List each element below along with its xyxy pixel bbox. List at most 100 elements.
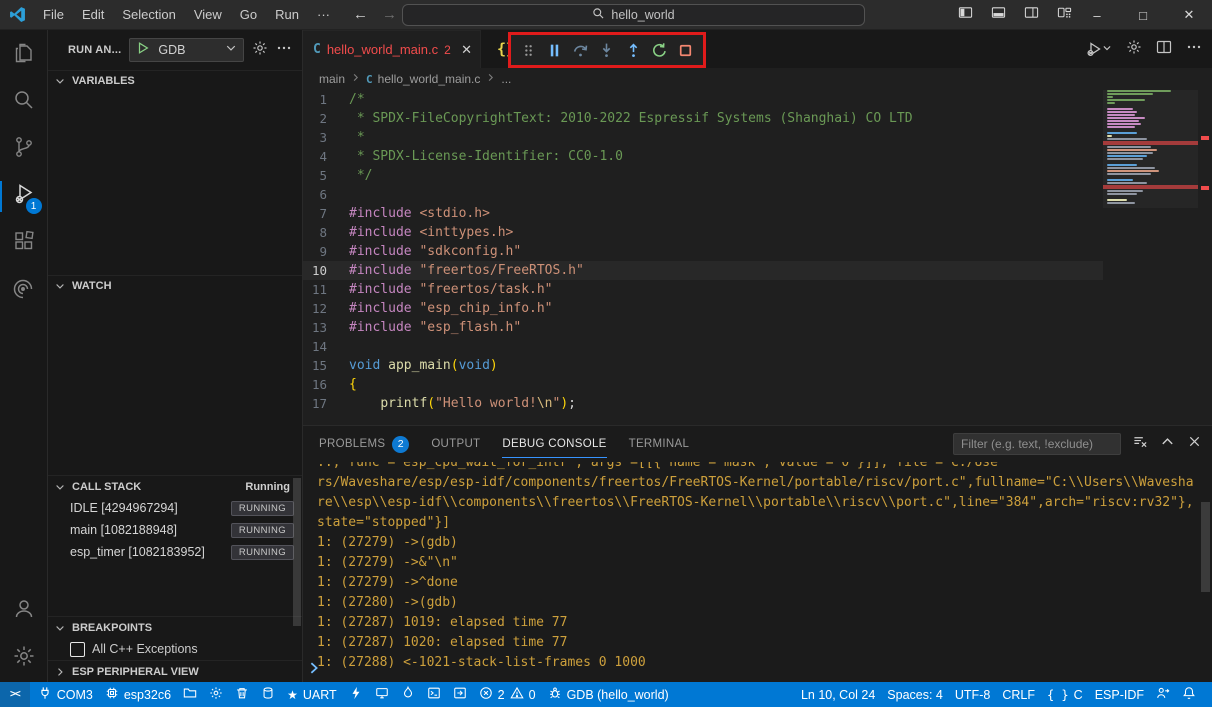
menu-edit[interactable]: Edit xyxy=(73,0,113,30)
activity-run-debug[interactable]: 1 xyxy=(0,173,48,220)
menu-overflow[interactable]: ··· xyxy=(308,7,339,22)
nav-back-icon[interactable]: ← xyxy=(353,6,368,23)
breakpoints-section-header[interactable]: BREAKPOINTS xyxy=(48,616,302,638)
clear-console-icon[interactable] xyxy=(1133,434,1148,454)
panel-tab-output[interactable]: OUTPUT xyxy=(431,426,480,462)
maximize-panel-icon[interactable] xyxy=(1160,434,1175,454)
code-line-2[interactable]: 2 * SPDX-FileCopyrightText: 2010-2022 Es… xyxy=(303,109,1212,128)
status-flash-device[interactable] xyxy=(343,682,369,707)
toolbar-drag-handle[interactable] xyxy=(520,42,537,59)
status-sdk-configuration[interactable] xyxy=(203,682,229,707)
breadcrumb-item-0[interactable]: main xyxy=(319,72,345,86)
code-line-9[interactable]: 9#include "sdkconfig.h" xyxy=(303,242,1212,261)
customize-layout-icon[interactable] xyxy=(1057,5,1072,25)
code-line-6[interactable]: 6 xyxy=(303,185,1212,204)
menu-go[interactable]: Go xyxy=(231,0,266,30)
activity-espressif[interactable] xyxy=(0,267,48,314)
minimize-button[interactable]: – xyxy=(1074,0,1120,30)
step-into-button[interactable] xyxy=(598,42,615,59)
restart-button[interactable] xyxy=(651,42,668,59)
variables-section-header[interactable]: VARIABLES xyxy=(48,70,302,92)
breakpoint-item-0[interactable]: All C++ Exceptions xyxy=(48,638,302,660)
status-eol-sequence[interactable]: CRLF xyxy=(996,682,1041,707)
status-full-clean[interactable] xyxy=(229,682,255,707)
console-input-chevron-icon[interactable] xyxy=(307,661,321,680)
menu-selection[interactable]: Selection xyxy=(113,0,184,30)
code-editor[interactable]: 1/*2 * SPDX-FileCopyrightText: 2010-2022… xyxy=(303,90,1212,425)
code-line-13[interactable]: 13#include "esp_flash.h" xyxy=(303,318,1212,337)
code-line-11[interactable]: 11#include "freertos/task.h" xyxy=(303,280,1212,299)
code-line-1[interactable]: 1/* xyxy=(303,90,1212,109)
close-button[interactable]: ✕ xyxy=(1166,0,1212,30)
tab-hello-world-main[interactable]: C hello_world_main.c 2 ✕ xyxy=(303,30,481,68)
command-center-search[interactable]: hello_world xyxy=(402,4,865,26)
status-flash-method[interactable]: ★UART xyxy=(281,682,343,707)
menu-run[interactable]: Run xyxy=(266,0,308,30)
console-filter-input[interactable] xyxy=(953,433,1121,455)
step-out-button[interactable] xyxy=(625,42,642,59)
run-or-debug-button[interactable] xyxy=(1086,40,1112,58)
code-line-7[interactable]: 7#include <stdio.h> xyxy=(303,204,1212,223)
status-serial-port[interactable]: COM3 xyxy=(32,682,99,707)
activity-source-control[interactable] xyxy=(0,126,48,173)
code-line-8[interactable]: 8#include <inttypes.h> xyxy=(303,223,1212,242)
panel-tab-debug-console[interactable]: DEBUG CONSOLE xyxy=(502,426,606,462)
code-line-17[interactable]: 17 printf("Hello world!\n"); xyxy=(303,394,1212,413)
toggle-sidebar-icon[interactable] xyxy=(958,5,973,25)
status-feedback[interactable] xyxy=(1150,682,1176,707)
launch-config-select[interactable]: GDB xyxy=(129,38,244,62)
call-stack-frame-2[interactable]: esp_timer [1082183952]RUNNING xyxy=(48,541,302,563)
status-idf-terminal[interactable] xyxy=(421,682,447,707)
code-line-10[interactable]: 10#include "freertos/FreeRTOS.h" xyxy=(303,261,1212,280)
code-line-4[interactable]: 4 * SPDX-License-Identifier: CC0-1.0 xyxy=(303,147,1212,166)
activity-explorer[interactable] xyxy=(0,32,48,79)
status-execute-task[interactable] xyxy=(447,682,473,707)
panel-tab-terminal[interactable]: TERMINAL xyxy=(629,426,690,462)
code-line-15[interactable]: 15void app_main(void) xyxy=(303,356,1212,375)
debug-console-output[interactable]: ..,"func"="esp_cpu_wait_for_intr","args"… xyxy=(303,462,1212,682)
status-language-mode[interactable]: { }C xyxy=(1041,682,1089,707)
status-open-folder[interactable] xyxy=(177,682,203,707)
status-cursor-position[interactable]: Ln 10, Col 24 xyxy=(795,682,881,707)
breadcrumb[interactable]: mainChello_world_main.c... xyxy=(303,68,1212,90)
minimap[interactable] xyxy=(1103,90,1198,425)
code-line-5[interactable]: 5 */ xyxy=(303,166,1212,185)
sidebar-scrollbar[interactable] xyxy=(293,478,301,626)
status-esp-idf-version[interactable]: ESP-IDF xyxy=(1089,682,1150,707)
pause-button[interactable] xyxy=(546,42,563,59)
editor-settings-gear-icon[interactable] xyxy=(1126,39,1142,60)
panel-tab-problems[interactable]: PROBLEMS2 xyxy=(319,426,409,462)
breadcrumb-item-2[interactable]: ... xyxy=(501,72,511,86)
step-over-button[interactable] xyxy=(572,42,589,59)
split-editor-icon[interactable] xyxy=(1156,39,1172,60)
breakpoint-checkbox[interactable] xyxy=(70,642,85,657)
code-line-12[interactable]: 12#include "esp_chip_info.h" xyxy=(303,299,1212,318)
editor-more-actions-icon[interactable] xyxy=(1186,39,1202,60)
watch-section-header[interactable]: WATCH xyxy=(48,275,302,297)
status-device-target[interactable]: esp32c6 xyxy=(99,682,177,707)
debug-settings-gear-icon[interactable] xyxy=(252,40,268,59)
panel-scrollbar[interactable] xyxy=(1201,502,1210,592)
activity-settings[interactable] xyxy=(0,635,48,682)
close-panel-icon[interactable] xyxy=(1187,434,1202,454)
stop-button[interactable] xyxy=(677,42,694,59)
status-build-flash-monitor[interactable] xyxy=(395,682,421,707)
tab-close-icon[interactable]: ✕ xyxy=(461,42,472,58)
remote-indicator[interactable]: >< xyxy=(0,682,30,707)
maximize-button[interactable]: □ xyxy=(1120,0,1166,30)
code-line-14[interactable]: 14 xyxy=(303,337,1212,356)
more-actions-icon[interactable] xyxy=(276,40,292,59)
toggle-panel-icon[interactable] xyxy=(991,5,1006,25)
call-stack-section-header[interactable]: CALL STACK Running xyxy=(48,475,302,497)
start-debug-icon[interactable] xyxy=(136,41,150,58)
status-monitor-device[interactable] xyxy=(369,682,395,707)
activity-search[interactable] xyxy=(0,79,48,126)
code-line-3[interactable]: 3 * xyxy=(303,128,1212,147)
activity-extensions[interactable] xyxy=(0,220,48,267)
call-stack-frame-0[interactable]: IDLE [4294967294]RUNNING xyxy=(48,497,302,519)
status-problems[interactable]: 20 xyxy=(473,682,542,707)
activity-account[interactable] xyxy=(0,588,48,635)
status-notifications[interactable] xyxy=(1176,682,1202,707)
menu-file[interactable]: File xyxy=(34,0,73,30)
esp-peripheral-section-header[interactable]: ESP PERIPHERAL VIEW xyxy=(48,660,302,682)
